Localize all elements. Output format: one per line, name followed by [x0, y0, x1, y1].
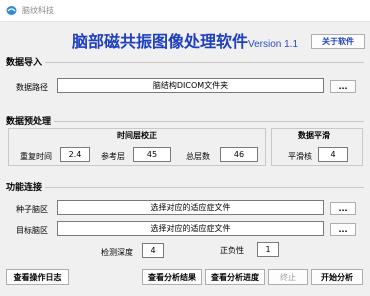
- ref-slice-label: 参考层: [101, 152, 125, 161]
- total-slices-field[interactable]: 46: [220, 147, 258, 162]
- kernel-field[interactable]: 4: [318, 147, 348, 162]
- title-bar: 脑纹科技: [0, 0, 370, 22]
- data-import-title: 数据导入: [6, 55, 46, 68]
- depth-label: 检测深度: [101, 248, 133, 257]
- target-region-browse-button[interactable]: ...: [330, 223, 356, 236]
- data-path-browse-button[interactable]: ...: [330, 80, 356, 93]
- data-path-field[interactable]: 脑结构DICOM文件夹: [57, 78, 324, 93]
- preprocess-group: [6, 121, 364, 122]
- target-region-field[interactable]: 选择对应的适应症文件: [57, 221, 324, 236]
- connectivity-group: [6, 187, 364, 188]
- smoothing-title: 数据平滑: [298, 131, 330, 140]
- about-button[interactable]: 关于软件: [311, 34, 365, 49]
- connectivity-title: 功能连接: [6, 180, 46, 193]
- data-path-label: 数据路径: [16, 83, 48, 92]
- version-label: Version 1.1: [247, 39, 299, 50]
- window-title: 脑纹科技: [22, 6, 54, 15]
- seed-region-browse-button[interactable]: ...: [330, 202, 356, 215]
- target-region-label: 目标脑区: [16, 226, 48, 235]
- timing-correction-title: 时间层校正: [117, 131, 157, 140]
- polarity-label: 正负性: [220, 246, 244, 255]
- view-log-button[interactable]: 查看操作日志: [6, 269, 69, 285]
- view-progress-button[interactable]: 查看分析进度: [205, 269, 265, 285]
- tr-label: 重复时间: [20, 152, 52, 161]
- preprocess-title: 数据预处理: [6, 114, 55, 127]
- ref-slice-field[interactable]: 45: [133, 147, 171, 162]
- seed-region-field[interactable]: 选择对应的适应症文件: [57, 200, 324, 215]
- app-logo-icon: [6, 6, 17, 15]
- tr-field[interactable]: 2.4: [60, 147, 90, 162]
- kernel-label: 平滑核: [288, 152, 312, 161]
- total-slices-label: 总层数: [186, 152, 210, 161]
- data-import-group: [6, 62, 364, 63]
- depth-field[interactable]: 4: [142, 243, 164, 258]
- stop-button[interactable]: 终止: [268, 269, 308, 285]
- app-title: 脑部磁共振图像处理软件: [71, 32, 248, 51]
- start-analysis-button[interactable]: 开始分析: [311, 269, 363, 285]
- polarity-field[interactable]: 1: [257, 242, 279, 257]
- seed-region-label: 种子脑区: [16, 205, 48, 214]
- view-results-button[interactable]: 查看分析结果: [142, 269, 202, 285]
